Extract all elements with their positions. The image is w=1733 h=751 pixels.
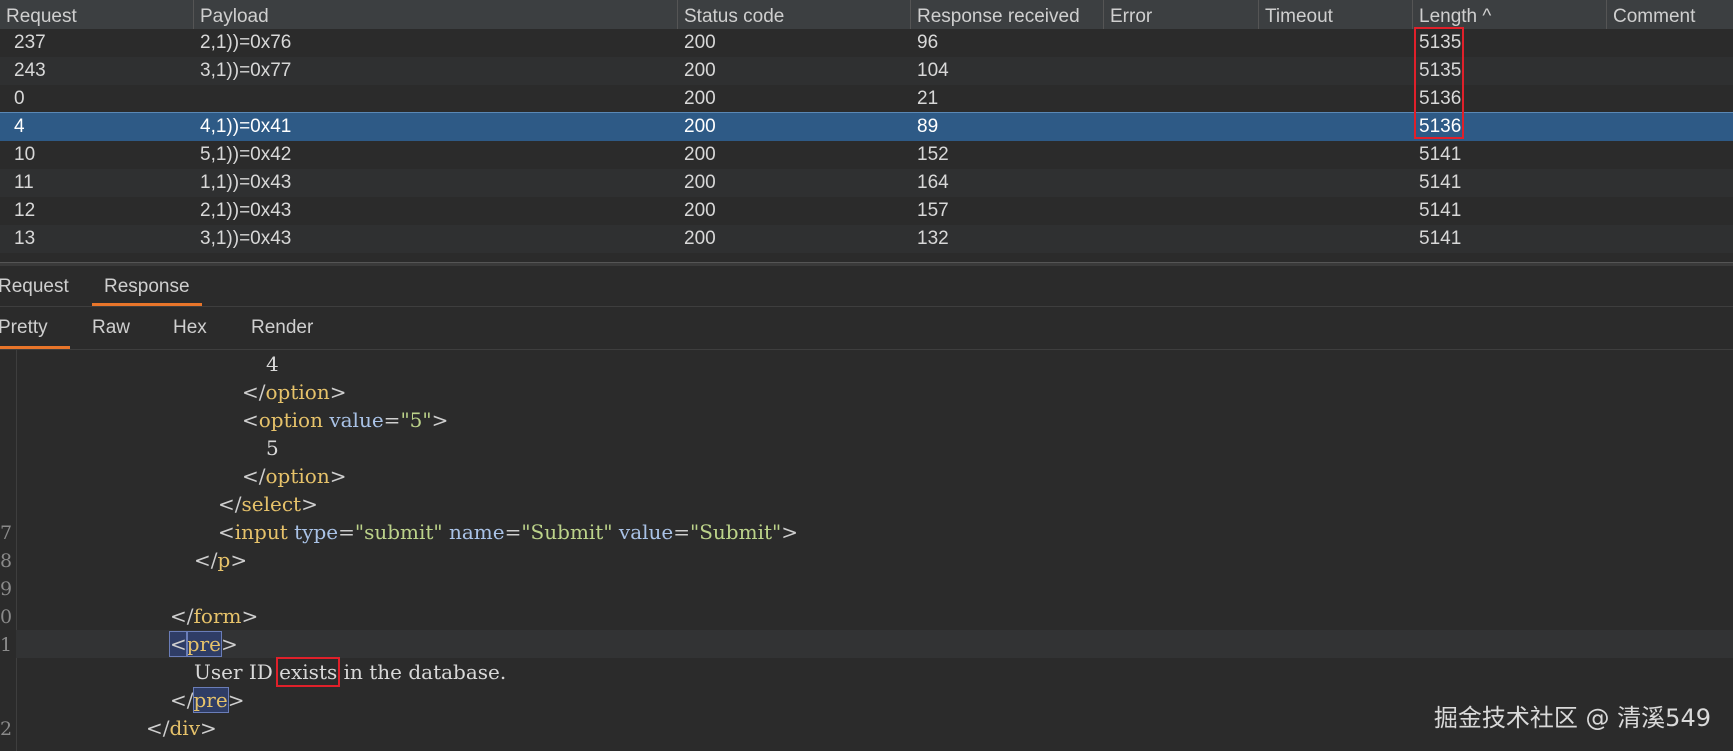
cell-received: 89 [917,116,939,137]
cell-payload: 2,1))=0x76 [200,32,292,53]
cell-length: 5136 [1419,88,1462,109]
cell-length: 5135 [1419,60,1462,81]
cell-payload: 3,1))=0x77 [200,60,292,81]
results-table: Request Payload Status code Response rec… [0,0,1733,262]
code-line: </option> [242,380,347,404]
cell-payload: 2,1))=0x43 [200,200,292,221]
code-line: <pre> [169,631,238,657]
table-row[interactable]: 237 2,1))=0x76 200 96 5135 [0,29,1733,57]
table-row[interactable]: 243 3,1))=0x77 200 104 5135 [0,57,1733,85]
cell-payload: 4,1))=0x41 [200,116,292,137]
tab-raw[interactable]: Raw [92,307,130,349]
table-row[interactable]: 4 4,1))=0x41 200 89 5136 [0,112,1733,142]
cell-received: 157 [917,200,949,221]
code-line: </option> [242,464,347,488]
cell-request: 243 [14,60,46,81]
table-row[interactable]: 0 200 21 5136 [0,85,1733,113]
table-row[interactable]: 11 1,1))=0x43 200 164 5141 [0,169,1733,197]
cell-payload: 1,1))=0x43 [200,172,292,193]
cell-received: 96 [917,32,939,53]
tab-render[interactable]: Render [251,307,313,349]
cell-request: 10 [14,144,36,165]
tab-request[interactable]: Request [0,266,69,306]
response-editor[interactable]: 7 8 9 0 1 2 4 </option> <option value="5… [0,350,1733,751]
cell-received: 132 [917,228,949,249]
cell-payload: 3,1))=0x43 [200,228,292,249]
cell-received: 21 [917,88,939,109]
cell-status: 200 [684,116,716,137]
line-number: 8 [0,550,12,572]
line-number: 0 [0,606,12,628]
line-number: 1 [0,634,12,656]
cell-status: 200 [684,200,716,221]
cell-request: 13 [14,228,36,249]
table-row[interactable]: 12 2,1))=0x43 200 157 5141 [0,197,1733,225]
current-line-highlight [16,630,1733,658]
line-number: 2 [0,718,12,740]
code-line: <input type="submit" name="Submit" value… [218,520,798,544]
cell-length: 5141 [1419,228,1462,249]
cell-request: 12 [14,200,36,221]
code-line: 4 [266,352,279,376]
watermark: 掘金技术社区 @ 清溪549 [1433,704,1711,732]
exists-highlight: exists [276,657,341,687]
code-line: </div> [146,716,217,740]
cell-received: 152 [917,144,949,165]
cell-request: 0 [14,88,25,109]
cell-status: 200 [684,228,716,249]
cell-payload: 5,1))=0x42 [200,144,292,165]
view-tabs: Pretty Raw Hex Render [0,307,1733,350]
code-line: </p> [194,548,248,572]
code-line: User ID exists in the database. [194,657,507,687]
tab-pretty[interactable]: Pretty [0,307,70,349]
cell-length: 5136 [1419,116,1462,137]
code-line: </pre> [170,687,245,713]
cell-request: 237 [14,32,46,53]
cell-received: 164 [917,172,949,193]
cell-request: 4 [14,116,25,137]
line-number: 7 [0,522,12,544]
tab-hex[interactable]: Hex [173,307,207,349]
cell-status: 200 [684,32,716,53]
table-row[interactable]: 10 5,1))=0x42 200 152 5141 [0,141,1733,169]
cell-length: 5141 [1419,172,1462,193]
cell-length: 5135 [1419,32,1462,53]
cell-status: 200 [684,144,716,165]
cell-status: 200 [684,88,716,109]
cell-status: 200 [684,172,716,193]
cell-length: 5141 [1419,144,1462,165]
tab-response[interactable]: Response [92,266,202,306]
cell-received: 104 [917,60,949,81]
cell-length: 5141 [1419,200,1462,221]
code-line: 5 [266,436,279,460]
code-line: <option value="5"> [242,408,449,432]
table-row[interactable]: 13 3,1))=0x43 200 132 5141 [0,225,1733,253]
sort-ascending-icon: ^ [1482,6,1492,27]
request-response-tabs: Request Response [0,266,1733,307]
code-line: </select> [218,492,318,516]
cell-status: 200 [684,60,716,81]
line-number: 9 [0,578,12,600]
code-line: </form> [170,604,259,628]
cell-request: 11 [14,172,34,193]
